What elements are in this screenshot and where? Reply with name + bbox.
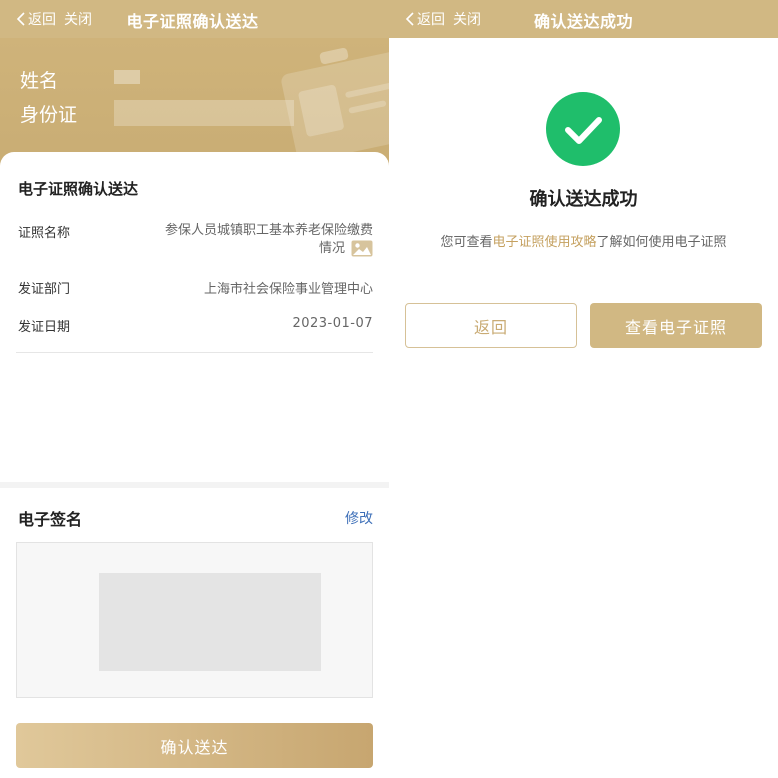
issuing-dept-label: 发证部门	[18, 282, 71, 297]
id-label: 身份证	[20, 104, 78, 126]
confirm-delivery-button[interactable]: 确认送达	[16, 723, 373, 768]
success-description: 您可查看电子证照使用攻略了解如何使用电子证照	[389, 231, 778, 250]
user-info-banner: 姓名 身份证	[0, 38, 389, 168]
certificate-info-card: 电子证照确认送达 证照名称 参保人员城镇职工基本养老保险缴费情况 发证部门 上海…	[0, 152, 389, 482]
image-icon[interactable]	[351, 240, 373, 257]
success-title: 确认送达成功	[529, 189, 638, 210]
name-value-redacted	[114, 70, 140, 84]
success-icon	[546, 92, 620, 166]
signature-title: 电子签名	[18, 510, 83, 529]
issuing-dept-value: 上海市社会保险事业管理中心	[203, 282, 373, 297]
page-title: 确认送达成功	[533, 12, 633, 31]
nav-bar: 返回 关闭 确认送达成功	[389, 0, 778, 38]
issue-date-value: 2023-01-07	[292, 316, 373, 331]
certificate-illustration	[279, 50, 389, 164]
usage-guide-link[interactable]: 电子证照使用攻略	[492, 235, 596, 250]
signature-image-redacted	[99, 573, 321, 671]
cert-name-label: 证照名称	[18, 226, 71, 241]
page-title: 电子证照确认送达	[126, 12, 259, 31]
confirm-delivery-screen: 返回 关闭 电子证照确认送达 姓名 身份证 电子证照确认送达 证照名称 参保人员…	[0, 0, 389, 778]
issue-date-label: 发证日期	[18, 320, 71, 335]
return-button[interactable]: 返回	[405, 303, 577, 348]
card-title: 电子证照确认送达	[18, 180, 139, 198]
id-value-redacted	[114, 100, 294, 126]
checkmark-icon	[565, 117, 602, 144]
section-divider	[0, 482, 389, 488]
name-label: 姓名	[20, 70, 59, 92]
edit-signature-link[interactable]: 修改	[345, 508, 373, 528]
signature-pad[interactable]	[16, 542, 373, 698]
view-certificate-button[interactable]: 查看电子证照	[590, 303, 762, 348]
cert-name-value: 参保人员城镇职工基本养老保险缴费情况	[153, 222, 373, 258]
desc-suffix: 了解如何使用电子证照	[596, 235, 727, 250]
cert-name-text: 参保人员城镇职工基本养老保险缴费情况	[164, 223, 373, 256]
divider	[16, 352, 373, 353]
delivery-success-screen: 返回 关闭 确认送达成功 确认送达成功 您可查看电子证照使用攻略了解如何使用电子…	[389, 0, 778, 778]
desc-prefix: 您可查看	[440, 235, 493, 250]
nav-bar: 返回 关闭 电子证照确认送达	[0, 0, 389, 38]
